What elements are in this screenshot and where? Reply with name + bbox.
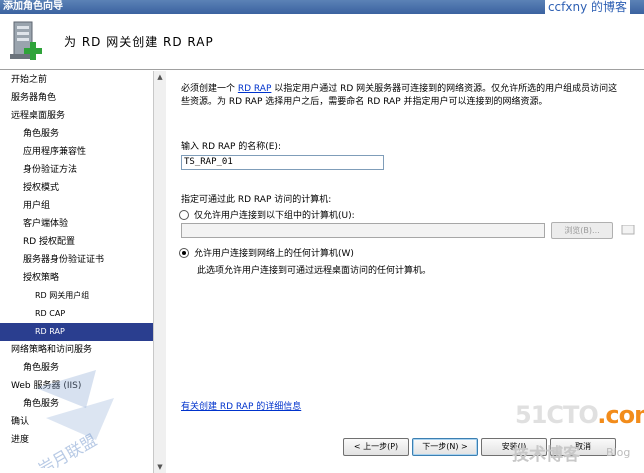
help-icon[interactable]: [621, 225, 635, 237]
nav-scrollbar[interactable]: ▲ ▼: [153, 71, 166, 473]
access-label: 指定可通过此 RD RAP 访问的计算机:: [181, 195, 332, 205]
cn-watermark-text: 岩月联盟: [35, 430, 100, 468]
browse-button: 浏览(B)...: [551, 222, 613, 239]
nav-item[interactable]: 用户组: [0, 197, 153, 215]
radio-group-button[interactable]: [179, 209, 189, 220]
nav-item[interactable]: 客户端体验: [0, 215, 153, 233]
logo-51-text: 51CTO: [515, 401, 598, 429]
logo-com-text: .com: [597, 401, 644, 429]
nav-item[interactable]: 授权模式: [0, 179, 153, 197]
wizard-header: 为 RD 网关创建 RD RAP: [0, 14, 644, 70]
blog-watermark: ccfxny 的博客: [544, 0, 630, 14]
radio-group-label: 仅允许用户连接到以下组中的计算机(U):: [194, 211, 355, 221]
nav-item[interactable]: 远程桌面服务: [0, 107, 153, 125]
more-info-link[interactable]: 有关创建 RD RAP 的详细信息: [181, 399, 301, 412]
radio-any-label: 允许用户连接到网络上的任何计算机(W): [194, 249, 354, 259]
radio-group-option[interactable]: 仅允许用户连接到以下组中的计算机(U):: [179, 208, 355, 221]
logo-blog-text: Blog: [606, 446, 631, 459]
nav-item[interactable]: 应用程序兼容性: [0, 143, 153, 161]
logo-tech-text: 技术博客: [512, 445, 580, 465]
description-text-start: 必须创建一个: [181, 84, 238, 94]
nav-item[interactable]: RD RAP: [0, 323, 153, 341]
group-input: [181, 223, 545, 238]
nav-item[interactable]: RD 网关用户组: [0, 287, 153, 305]
any-computer-note: 此选项允许用户连接到可通过远程桌面访问的任何计算机。: [197, 266, 432, 276]
nav-item[interactable]: 角色服务: [0, 125, 153, 143]
scroll-up-icon[interactable]: ▲: [156, 73, 164, 81]
nav-item[interactable]: 授权策略: [0, 269, 153, 287]
rap-name-input[interactable]: TS_RAP_01: [181, 155, 384, 170]
rap-name-label: 输入 RD RAP 的名称(E):: [181, 142, 281, 152]
nav-item[interactable]: 服务器身份验证证书: [0, 251, 153, 269]
nav-item[interactable]: 网络策略和访问服务: [0, 341, 153, 359]
radio-any-option[interactable]: 允许用户连接到网络上的任何计算机(W): [179, 246, 354, 259]
page-title: 为 RD 网关创建 RD RAP: [64, 35, 214, 49]
back-button[interactable]: < 上一步(P): [343, 438, 409, 456]
nav-item[interactable]: 开始之前: [0, 71, 153, 89]
description: 必须创建一个 RD RAP 以指定用户通过 RD 网关服务器可连接到的网络资源。…: [181, 83, 626, 109]
rd-rap-link[interactable]: RD RAP: [238, 84, 272, 94]
next-button[interactable]: 下一步(N) >: [412, 438, 478, 456]
cn-watermark-logo: 岩月联盟: [35, 370, 114, 468]
window-title: 添加角色向导: [3, 1, 63, 12]
nav-item[interactable]: RD 授权配置: [0, 233, 153, 251]
server-add-icon: [10, 21, 42, 60]
nav-item[interactable]: RD CAP: [0, 305, 153, 323]
nav-item[interactable]: 身份验证方法: [0, 161, 153, 179]
radio-any-button[interactable]: [179, 247, 189, 258]
site-logo: 51CTO.com: [515, 401, 644, 429]
scroll-down-icon[interactable]: ▼: [156, 463, 164, 471]
nav-item[interactable]: 服务器角色: [0, 89, 153, 107]
